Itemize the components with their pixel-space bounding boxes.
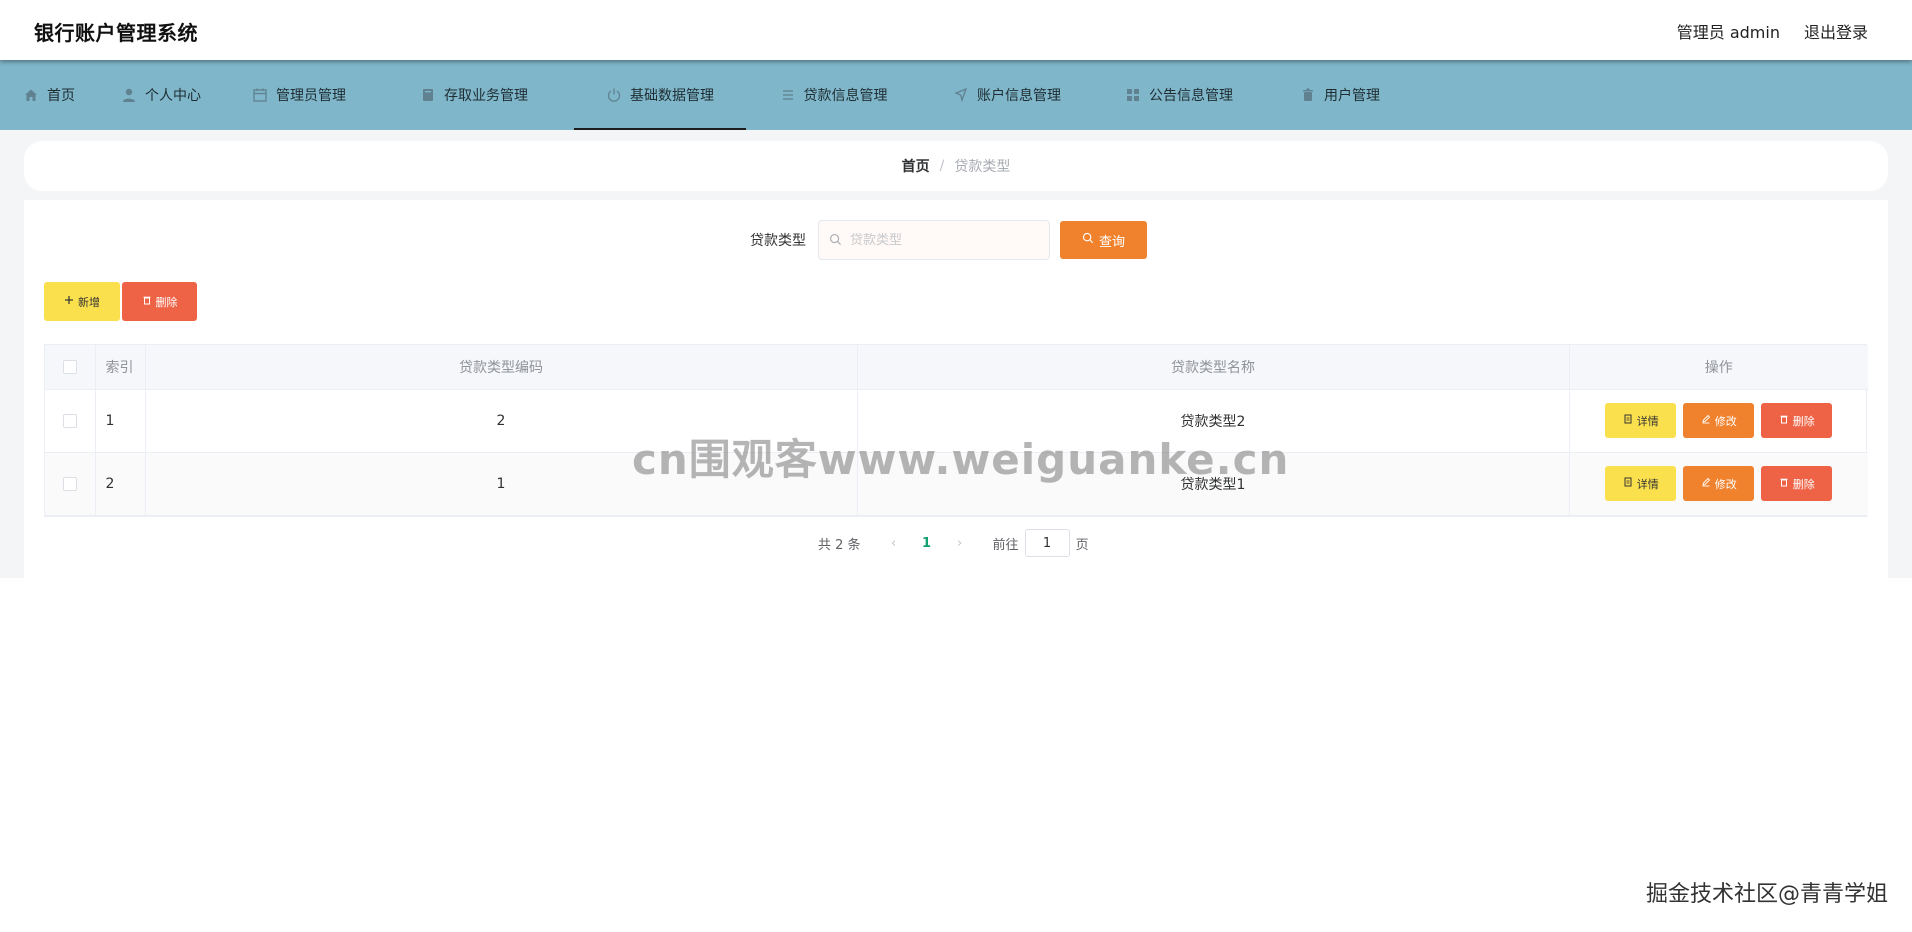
nav-item-label: 首页 <box>47 88 75 104</box>
next-page-button[interactable]: › <box>947 536 973 551</box>
edit-button[interactable]: 修改 <box>1683 403 1755 438</box>
grid-icon <box>1125 87 1141 103</box>
nav-item-label: 贷款信息管理 <box>803 88 888 104</box>
nav-item-user-management[interactable]: 用户管理 <box>1265 60 1415 130</box>
detail-button-label: 详情 <box>1636 477 1659 491</box>
nav-item-label: 基础数据管理 <box>630 88 714 104</box>
batch-delete-button[interactable]: 删除 <box>122 282 197 321</box>
add-button-label: 新增 <box>78 295 100 309</box>
nav-item-deposit-business[interactable]: 存取业务管理 <box>374 60 574 130</box>
add-button[interactable]: 新增 <box>44 282 120 321</box>
pagination-goto-label: 前往 <box>992 537 1019 553</box>
search-input[interactable] <box>850 232 1030 248</box>
plus-icon <box>64 295 74 308</box>
nav-item-home[interactable]: 首页 <box>0 60 98 130</box>
pagination-goto-suffix: 页 <box>1075 537 1089 553</box>
calendar-icon <box>252 87 268 103</box>
delete-button-label: 删除 <box>1792 414 1815 428</box>
edit-button-label: 修改 <box>1714 414 1737 428</box>
nav-item-label: 管理员管理 <box>276 88 346 104</box>
user-icon <box>121 87 137 103</box>
toolbar: 新增 删除 <box>44 282 197 321</box>
column-header-name: 贷款类型名称 <box>857 345 1570 390</box>
pagination-total: 共 2 条 <box>818 537 861 553</box>
search-icon <box>829 231 850 250</box>
column-header-code: 贷款类型编码 <box>145 345 858 390</box>
app-title: 银行账户管理系统 <box>34 21 198 45</box>
trash-icon <box>1300 87 1316 103</box>
search-icon <box>1082 232 1094 248</box>
search-label: 贷款类型 <box>750 233 806 249</box>
list-icon <box>780 87 796 103</box>
current-user-label[interactable]: 管理员 admin <box>1677 19 1780 43</box>
nav-item-account-info[interactable]: 账户信息管理 <box>921 60 1093 130</box>
breadcrumb-home[interactable]: 首页 <box>902 156 930 176</box>
search-form: 贷款类型 查询 <box>750 220 1147 260</box>
trash-icon <box>142 295 152 308</box>
prev-page-button[interactable]: ‹ <box>881 536 907 551</box>
row-actions: 详情 修改 删除 <box>1569 452 1868 516</box>
trash-icon <box>1779 477 1789 490</box>
home-icon <box>23 87 39 103</box>
user-area: 管理员 admin 退出登录 <box>1677 19 1868 43</box>
row-index: 2 <box>95 452 146 516</box>
edit-button[interactable]: 修改 <box>1683 466 1755 501</box>
document-icon <box>1623 414 1633 427</box>
select-all-checkbox[interactable] <box>62 359 77 374</box>
nav-item-basic-data[interactable]: 基础数据管理 <box>574 60 746 130</box>
row-checkbox[interactable] <box>62 476 77 491</box>
row-select-cell <box>45 452 96 516</box>
column-header-index: 索引 <box>95 345 146 390</box>
detail-button[interactable]: 详情 <box>1605 403 1677 438</box>
query-button-label: 查询 <box>1098 234 1125 250</box>
nav-item-announcement[interactable]: 公告信息管理 <box>1093 60 1265 130</box>
location-icon <box>953 87 969 103</box>
watermark-text: cn围观客www.weiguanke.cn <box>632 435 1290 484</box>
nav-item-label: 个人中心 <box>145 88 201 104</box>
breadcrumb-current: 贷款类型 <box>954 159 1011 175</box>
nav-item-personal-center[interactable]: 个人中心 <box>98 60 224 130</box>
credit-text: 掘金技术社区@青青学姐 <box>1645 882 1888 907</box>
search-box[interactable] <box>818 220 1050 260</box>
trash-icon <box>1779 414 1789 427</box>
row-actions: 详情 修改 删除 <box>1569 389 1868 453</box>
chevron-right-icon: › <box>956 535 963 551</box>
chevron-left-icon: ‹ <box>890 535 897 551</box>
delete-button[interactable]: 删除 <box>1761 466 1833 501</box>
edit-icon <box>1701 477 1711 490</box>
nav-item-loan-info[interactable]: 贷款信息管理 <box>746 60 921 130</box>
edit-button-label: 修改 <box>1714 477 1737 491</box>
main-panel: 贷款类型 查询 新增 删除 <box>24 200 1888 578</box>
document-icon <box>1623 477 1633 490</box>
row-select-cell <box>45 389 96 453</box>
page-number-current[interactable]: 1 <box>907 536 947 551</box>
nav-item-label: 存取业务管理 <box>444 88 528 104</box>
book-icon <box>420 87 436 103</box>
delete-button-label: 删除 <box>1792 477 1815 491</box>
breadcrumb: 首页 / 贷款类型 <box>24 141 1888 191</box>
batch-delete-label: 删除 <box>155 295 178 309</box>
delete-button[interactable]: 删除 <box>1761 403 1833 438</box>
nav-item-label: 账户信息管理 <box>977 88 1061 104</box>
pagination: 共 2 条 ‹ 1 › 前往 页 <box>818 529 1089 557</box>
select-all-cell <box>45 345 96 390</box>
main-nav: 首页 个人中心 管理员管理 存取业务管理 基础数据管理 贷款信息管理 账户信息管… <box>0 60 1912 130</box>
column-header-actions: 操作 <box>1569 345 1868 390</box>
row-index: 1 <box>95 389 146 453</box>
edit-icon <box>1701 414 1711 427</box>
detail-button[interactable]: 详情 <box>1605 466 1677 501</box>
nav-item-label: 用户管理 <box>1324 88 1380 104</box>
query-button[interactable]: 查询 <box>1060 221 1147 259</box>
table-header-row: 索引 贷款类型编码 贷款类型名称 操作 <box>45 345 1868 390</box>
top-bar: 银行账户管理系统 管理员 admin 退出登录 <box>0 0 1912 60</box>
nav-item-admin-management[interactable]: 管理员管理 <box>224 60 374 130</box>
goto-page-input[interactable] <box>1024 529 1070 557</box>
row-checkbox[interactable] <box>62 413 77 428</box>
power-icon <box>606 87 622 103</box>
breadcrumb-separator: / <box>939 158 945 174</box>
detail-button-label: 详情 <box>1636 414 1659 428</box>
nav-item-label: 公告信息管理 <box>1149 88 1233 104</box>
logout-link[interactable]: 退出登录 <box>1804 19 1868 43</box>
